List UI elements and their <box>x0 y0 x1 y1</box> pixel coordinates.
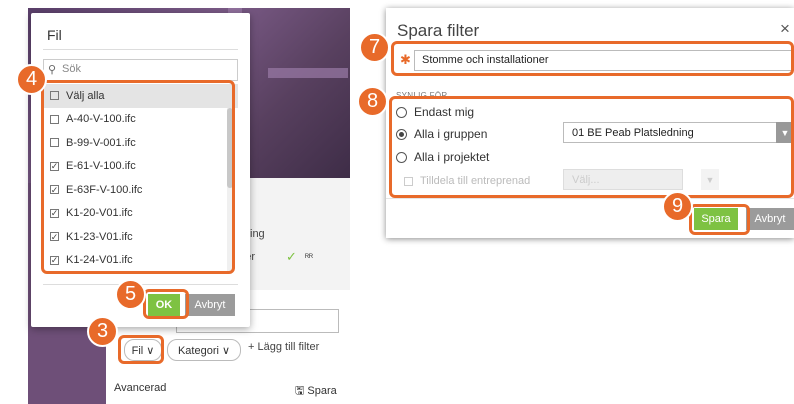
check-icon: ✓ <box>286 249 297 264</box>
callout-badge: 8 <box>357 86 388 117</box>
advanced-link[interactable]: Avancerad <box>114 382 166 394</box>
callout-badge: 5 <box>115 279 146 310</box>
save-filter-link[interactable]: 🖫 Spara <box>295 382 337 401</box>
highlight-fil-chip <box>118 335 164 364</box>
dialog-title: Spara filter <box>397 21 480 40</box>
callout-badge: 9 <box>662 191 693 222</box>
highlight-file-list <box>41 80 235 274</box>
model-beam <box>268 68 348 78</box>
add-filter-link[interactable]: + Lägg till filter <box>248 341 319 353</box>
kategori-filter-chip[interactable]: Kategori ∨ <box>167 339 241 361</box>
callout-badge: 3 <box>87 316 118 347</box>
cancel-button[interactable]: Avbryt <box>185 294 235 316</box>
search-placeholder: Sök <box>62 63 81 75</box>
highlight-name <box>391 41 794 76</box>
cancel-button[interactable]: Avbryt <box>746 208 794 230</box>
users-icon: ᴿᴿ <box>305 252 314 262</box>
dropdown-title: Fil <box>47 27 62 43</box>
highlight-ok <box>143 289 189 319</box>
partial-text: ing <box>250 228 265 240</box>
search-input[interactable]: ⚲ Sök <box>43 59 238 81</box>
divider <box>43 49 238 50</box>
highlight-save <box>689 204 750 235</box>
callout-badge: 4 <box>16 64 47 95</box>
close-icon[interactable]: × <box>780 19 790 39</box>
callout-badge: 7 <box>359 32 390 63</box>
divider <box>386 198 794 199</box>
search-icon: ⚲ <box>48 64 57 76</box>
highlight-visibility <box>389 96 794 198</box>
